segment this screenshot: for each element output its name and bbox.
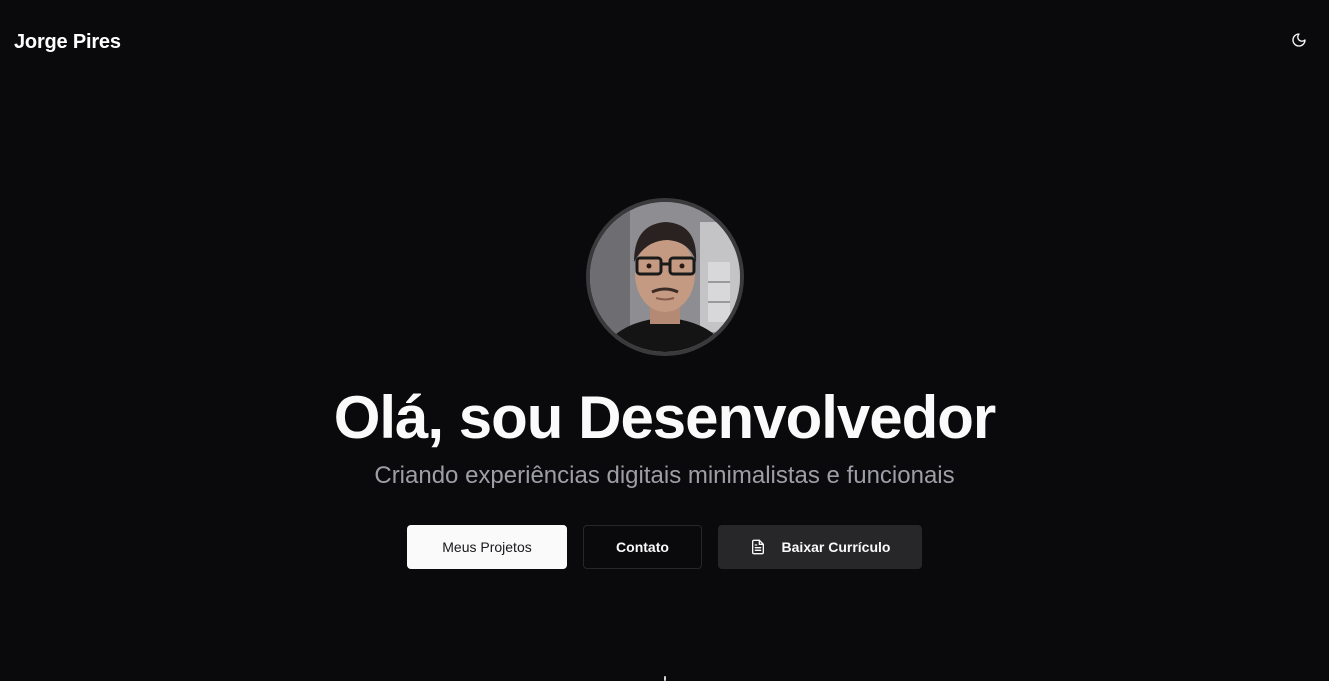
projects-button[interactable]: Meus Projetos: [407, 524, 567, 569]
hero-subtitle: Criando experiências digitais minimalist…: [374, 462, 955, 489]
avatar: [585, 198, 744, 356]
contact-button[interactable]: Contato: [583, 524, 702, 569]
scroll-indicator[interactable]: [664, 676, 666, 681]
page: Jorge Pires Olá, sou Desenvolvedor Crian…: [0, 0, 1329, 681]
download-resume-button[interactable]: Baixar Currículo: [718, 524, 922, 569]
file-text-icon: [750, 539, 766, 555]
download-resume-label: Baixar Currículo: [781, 538, 891, 555]
theme-toggle-button[interactable]: [1285, 28, 1313, 56]
contact-button-label: Contato: [616, 538, 669, 555]
site-header: Jorge Pires: [0, 0, 1329, 84]
brand-logo[interactable]: Jorge Pires: [14, 31, 121, 54]
page-title: Olá, sou Desenvolvedor: [333, 384, 997, 451]
hero-section: Olá, sou Desenvolvedor Criando experiênc…: [0, 198, 1329, 569]
projects-button-label: Meus Projetos: [442, 538, 532, 555]
moon-icon: [1291, 32, 1307, 53]
hero-actions: Meus Projetos Contato Baixar Currículo: [407, 524, 922, 569]
